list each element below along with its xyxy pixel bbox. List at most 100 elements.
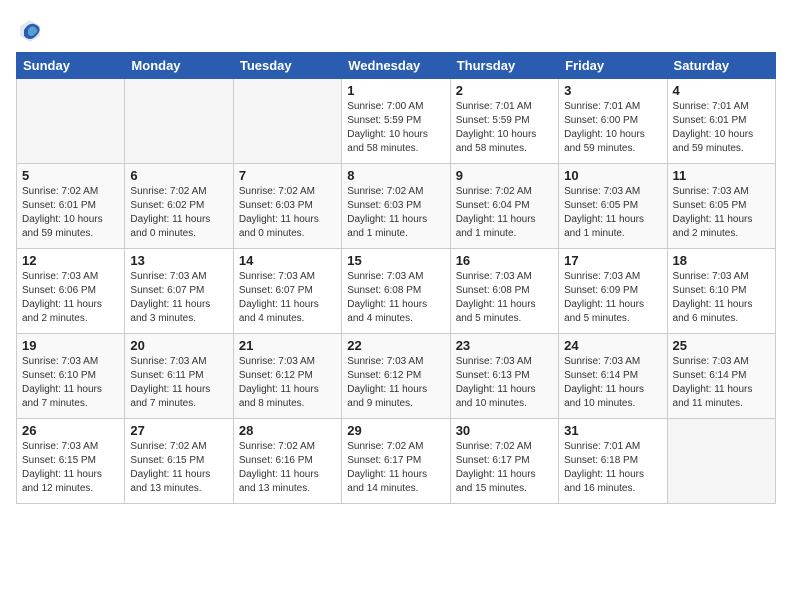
day-number: 19 — [22, 338, 119, 353]
calendar-cell: 29 Sunrise: 7:02 AM Sunset: 6:17 PM Dayli… — [342, 419, 450, 504]
day-info: Sunrise: 7:03 AM Sunset: 6:14 PM Dayligh… — [673, 355, 770, 411]
column-header-friday: Friday — [559, 53, 667, 79]
calendar-cell: 12 Sunrise: 7:03 AM Sunset: 6:06 PM Dayli… — [17, 249, 125, 334]
day-info: Sunrise: 7:02 AM Sunset: 6:16 PM Dayligh… — [239, 440, 336, 496]
calendar-cell: 31 Sunrise: 7:01 AM Sunset: 6:18 PM Dayli… — [559, 419, 667, 504]
calendar-cell — [17, 79, 125, 164]
day-info: Sunrise: 7:03 AM Sunset: 6:12 PM Dayligh… — [239, 355, 336, 411]
calendar-cell: 22 Sunrise: 7:03 AM Sunset: 6:12 PM Dayli… — [342, 334, 450, 419]
day-info: Sunrise: 7:00 AM Sunset: 5:59 PM Dayligh… — [347, 100, 444, 156]
day-info: Sunrise: 7:02 AM Sunset: 6:15 PM Dayligh… — [130, 440, 227, 496]
column-header-sunday: Sunday — [17, 53, 125, 79]
calendar-cell: 28 Sunrise: 7:02 AM Sunset: 6:16 PM Dayli… — [233, 419, 341, 504]
day-number: 14 — [239, 253, 336, 268]
day-info: Sunrise: 7:03 AM Sunset: 6:12 PM Dayligh… — [347, 355, 444, 411]
day-number: 16 — [456, 253, 553, 268]
calendar-cell: 3 Sunrise: 7:01 AM Sunset: 6:00 PM Daylig… — [559, 79, 667, 164]
day-info: Sunrise: 7:03 AM Sunset: 6:14 PM Dayligh… — [564, 355, 661, 411]
day-number: 2 — [456, 83, 553, 98]
day-info: Sunrise: 7:03 AM Sunset: 6:09 PM Dayligh… — [564, 270, 661, 326]
day-info: Sunrise: 7:02 AM Sunset: 6:04 PM Dayligh… — [456, 185, 553, 241]
day-info: Sunrise: 7:02 AM Sunset: 6:02 PM Dayligh… — [130, 185, 227, 241]
column-header-thursday: Thursday — [450, 53, 558, 79]
day-number: 22 — [347, 338, 444, 353]
calendar-cell: 26 Sunrise: 7:03 AM Sunset: 6:15 PM Dayli… — [17, 419, 125, 504]
calendar-cell — [125, 79, 233, 164]
calendar-cell — [667, 419, 775, 504]
day-info: Sunrise: 7:02 AM Sunset: 6:03 PM Dayligh… — [347, 185, 444, 241]
day-info: Sunrise: 7:01 AM Sunset: 6:00 PM Dayligh… — [564, 100, 661, 156]
calendar-week-1: 1Sunrise: 7:00 AM Sunset: 5:59 PM Daylig… — [17, 79, 776, 164]
day-info: Sunrise: 7:03 AM Sunset: 6:10 PM Dayligh… — [673, 270, 770, 326]
calendar-cell: 8 Sunrise: 7:02 AM Sunset: 6:03 PM Daylig… — [342, 164, 450, 249]
day-info: Sunrise: 7:02 AM Sunset: 6:03 PM Dayligh… — [239, 185, 336, 241]
calendar-cell: 30Sunrise: 7:02 AM Sunset: 6:17 PM Dayli… — [450, 419, 558, 504]
calendar-cell: 15Sunrise: 7:03 AM Sunset: 6:08 PM Dayli… — [342, 249, 450, 334]
calendar-table: SundayMondayTuesdayWednesdayThursdayFrid… — [16, 52, 776, 504]
calendar-cell: 23Sunrise: 7:03 AM Sunset: 6:13 PM Dayli… — [450, 334, 558, 419]
calendar-cell: 17 Sunrise: 7:03 AM Sunset: 6:09 PM Dayli… — [559, 249, 667, 334]
calendar-header-row: SundayMondayTuesdayWednesdayThursdayFrid… — [17, 53, 776, 79]
day-number: 20 — [130, 338, 227, 353]
day-info: Sunrise: 7:03 AM Sunset: 6:05 PM Dayligh… — [564, 185, 661, 241]
calendar-week-2: 5 Sunrise: 7:02 AM Sunset: 6:01 PM Daylig… — [17, 164, 776, 249]
day-number: 8 — [347, 168, 444, 183]
calendar-cell: 20 Sunrise: 7:03 AM Sunset: 6:11 PM Dayli… — [125, 334, 233, 419]
column-header-saturday: Saturday — [667, 53, 775, 79]
logo-icon — [16, 16, 44, 44]
day-info: Sunrise: 7:02 AM Sunset: 6:17 PM Dayligh… — [347, 440, 444, 496]
column-header-tuesday: Tuesday — [233, 53, 341, 79]
day-number: 27 — [130, 423, 227, 438]
calendar-cell: 4 Sunrise: 7:01 AM Sunset: 6:01 PM Daylig… — [667, 79, 775, 164]
day-info: Sunrise: 7:01 AM Sunset: 5:59 PM Dayligh… — [456, 100, 553, 156]
calendar-cell: 7 Sunrise: 7:02 AM Sunset: 6:03 PM Daylig… — [233, 164, 341, 249]
day-info: Sunrise: 7:03 AM Sunset: 6:10 PM Dayligh… — [22, 355, 119, 411]
calendar-week-4: 19 Sunrise: 7:03 AM Sunset: 6:10 PM Dayli… — [17, 334, 776, 419]
calendar-week-5: 26 Sunrise: 7:03 AM Sunset: 6:15 PM Dayli… — [17, 419, 776, 504]
day-number: 13 — [130, 253, 227, 268]
calendar-cell: 21 Sunrise: 7:03 AM Sunset: 6:12 PM Dayli… — [233, 334, 341, 419]
calendar-cell — [233, 79, 341, 164]
day-number: 12 — [22, 253, 119, 268]
calendar-cell: 11 Sunrise: 7:03 AM Sunset: 6:05 PM Dayli… — [667, 164, 775, 249]
calendar-cell: 19 Sunrise: 7:03 AM Sunset: 6:10 PM Dayli… — [17, 334, 125, 419]
day-number: 23 — [456, 338, 553, 353]
day-info: Sunrise: 7:03 AM Sunset: 6:06 PM Dayligh… — [22, 270, 119, 326]
day-number: 6 — [130, 168, 227, 183]
calendar-cell: 14 Sunrise: 7:03 AM Sunset: 6:07 PM Dayli… — [233, 249, 341, 334]
day-number: 17 — [564, 253, 661, 268]
logo — [16, 16, 48, 44]
day-number: 11 — [673, 168, 770, 183]
day-info: Sunrise: 7:03 AM Sunset: 6:07 PM Dayligh… — [130, 270, 227, 326]
day-info: Sunrise: 7:02 AM Sunset: 6:01 PM Dayligh… — [22, 185, 119, 241]
calendar-cell: 6 Sunrise: 7:02 AM Sunset: 6:02 PM Daylig… — [125, 164, 233, 249]
day-number: 9 — [456, 168, 553, 183]
calendar-cell: 18Sunrise: 7:03 AM Sunset: 6:10 PM Dayli… — [667, 249, 775, 334]
day-info: Sunrise: 7:03 AM Sunset: 6:15 PM Dayligh… — [22, 440, 119, 496]
day-info: Sunrise: 7:03 AM Sunset: 6:11 PM Dayligh… — [130, 355, 227, 411]
calendar-cell: 13 Sunrise: 7:03 AM Sunset: 6:07 PM Dayli… — [125, 249, 233, 334]
day-number: 3 — [564, 83, 661, 98]
day-info: Sunrise: 7:03 AM Sunset: 6:08 PM Dayligh… — [456, 270, 553, 326]
calendar-cell: 27 Sunrise: 7:02 AM Sunset: 6:15 PM Dayli… — [125, 419, 233, 504]
page-header — [16, 16, 776, 44]
day-number: 15 — [347, 253, 444, 268]
column-header-wednesday: Wednesday — [342, 53, 450, 79]
calendar-cell: 16 Sunrise: 7:03 AM Sunset: 6:08 PM Dayli… — [450, 249, 558, 334]
day-number: 4 — [673, 83, 770, 98]
calendar-cell: 24Sunrise: 7:03 AM Sunset: 6:14 PM Dayli… — [559, 334, 667, 419]
day-info: Sunrise: 7:01 AM Sunset: 6:18 PM Dayligh… — [564, 440, 661, 496]
day-number: 31 — [564, 423, 661, 438]
day-info: Sunrise: 7:03 AM Sunset: 6:05 PM Dayligh… — [673, 185, 770, 241]
calendar-cell: 5 Sunrise: 7:02 AM Sunset: 6:01 PM Daylig… — [17, 164, 125, 249]
calendar-cell: 9 Sunrise: 7:02 AM Sunset: 6:04 PM Daylig… — [450, 164, 558, 249]
column-header-monday: Monday — [125, 53, 233, 79]
day-info: Sunrise: 7:03 AM Sunset: 6:07 PM Dayligh… — [239, 270, 336, 326]
day-number: 5 — [22, 168, 119, 183]
day-number: 21 — [239, 338, 336, 353]
day-number: 28 — [239, 423, 336, 438]
day-number: 29 — [347, 423, 444, 438]
day-number: 7 — [239, 168, 336, 183]
day-info: Sunrise: 7:01 AM Sunset: 6:01 PM Dayligh… — [673, 100, 770, 156]
day-number: 26 — [22, 423, 119, 438]
